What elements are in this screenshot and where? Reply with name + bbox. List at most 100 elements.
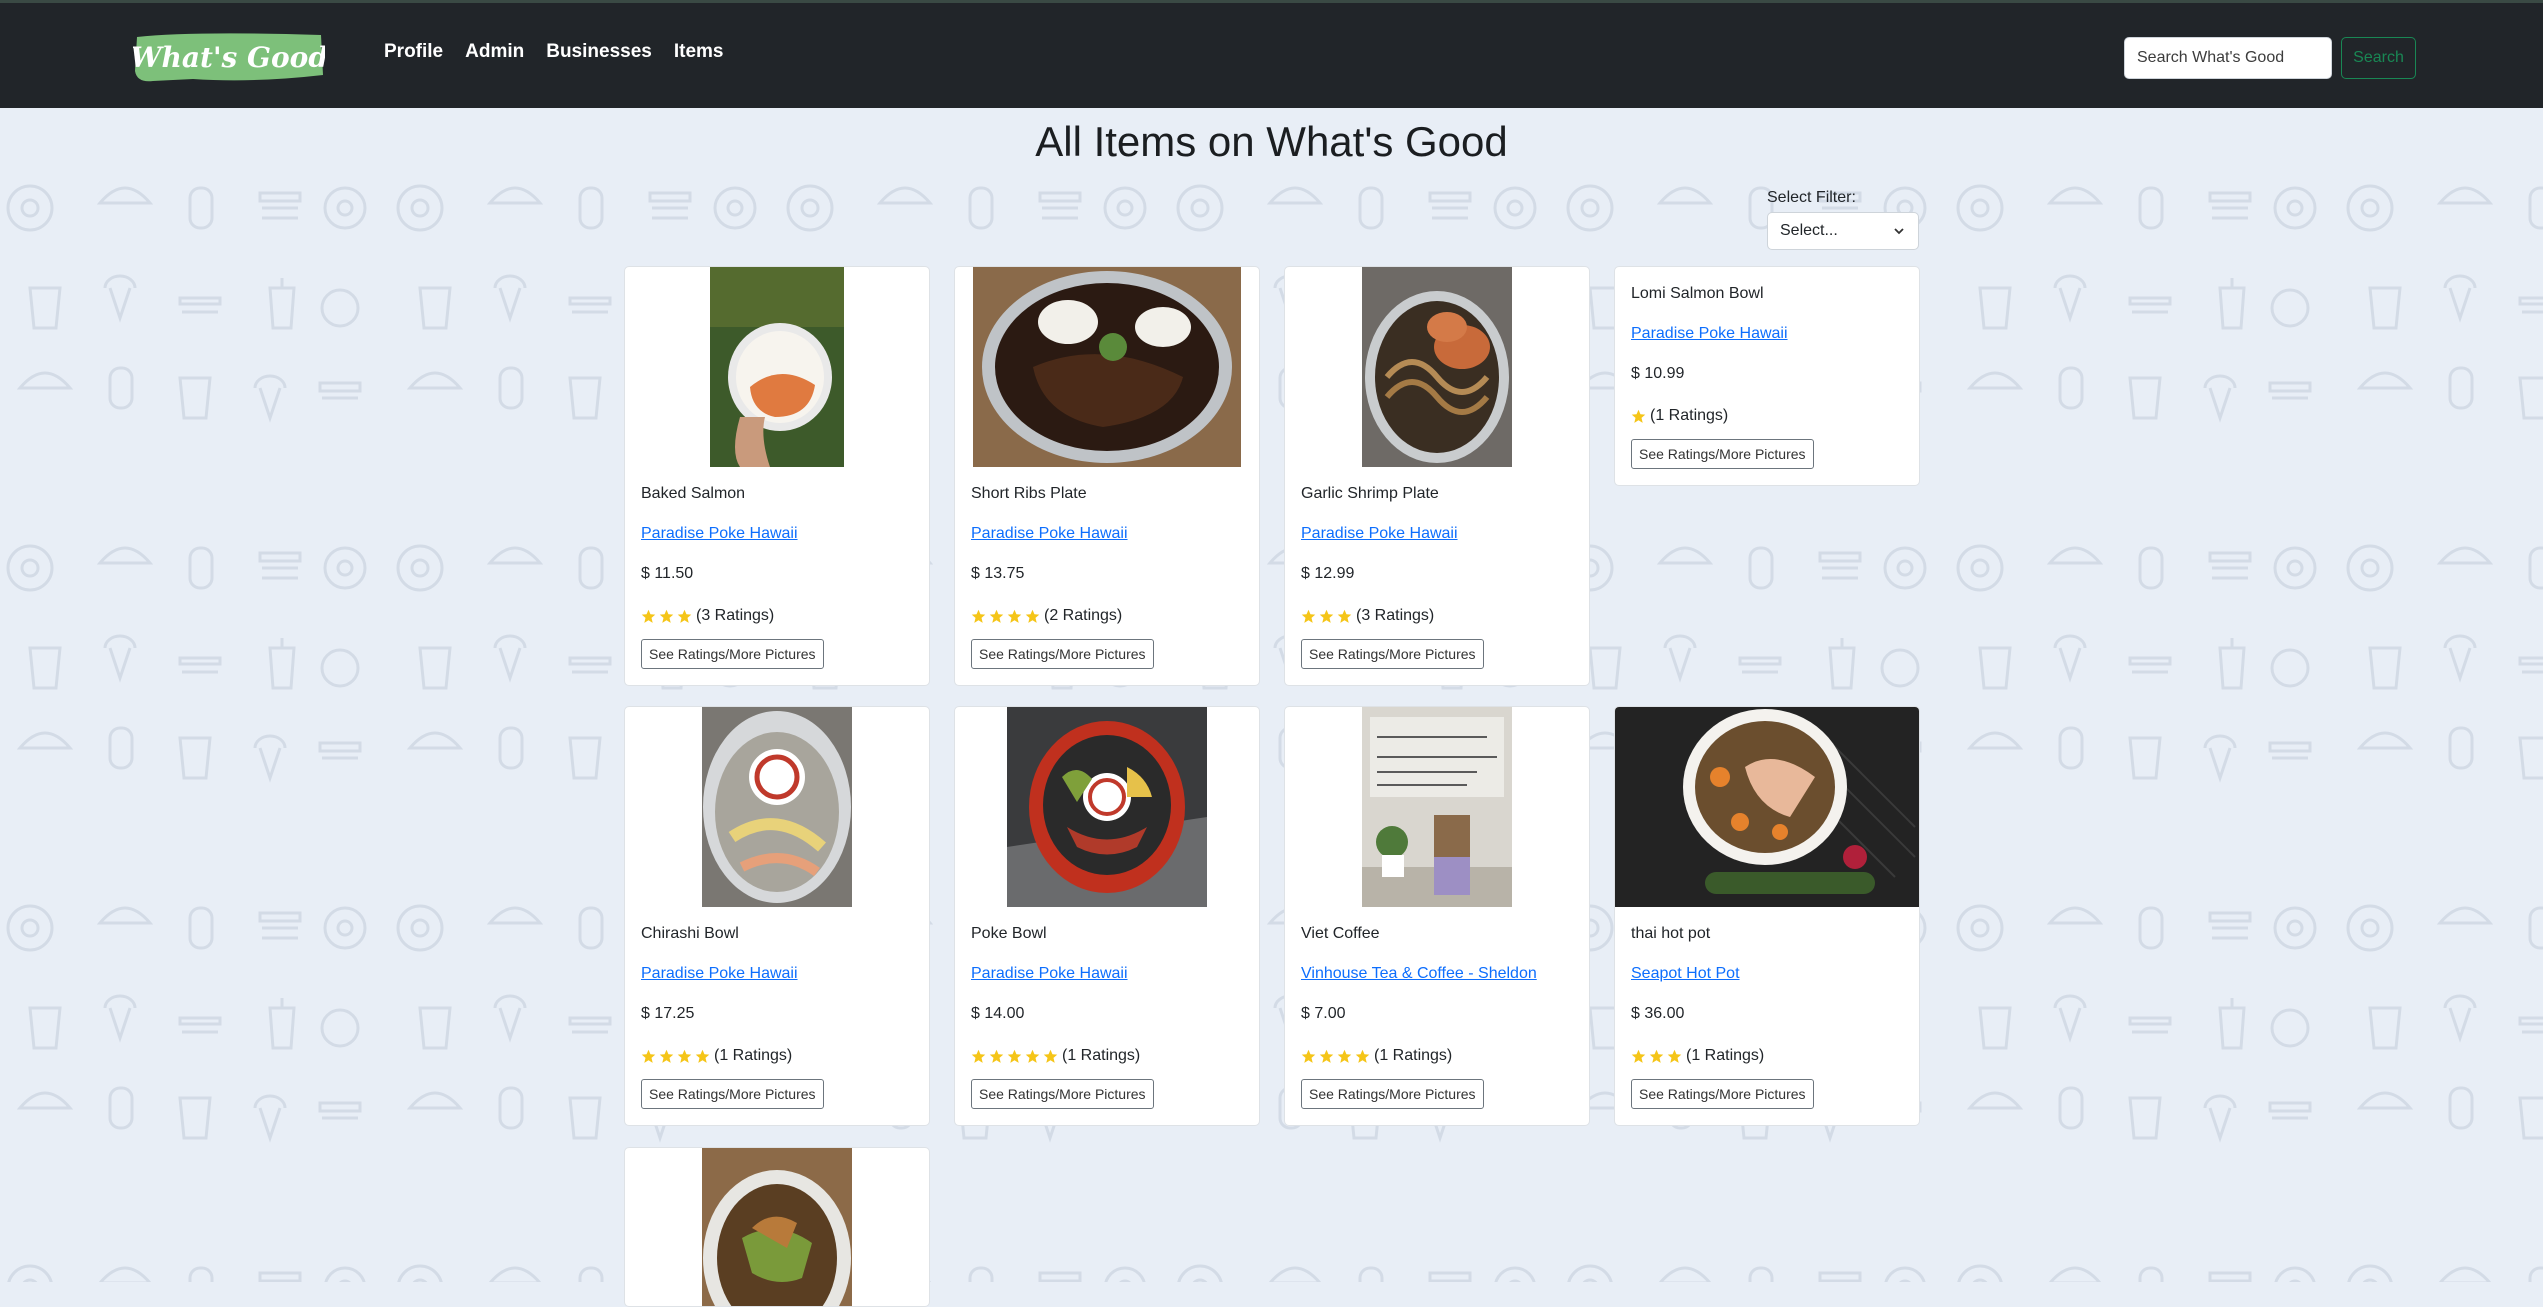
star-icon (1355, 1049, 1370, 1063)
star-icon (1007, 609, 1022, 623)
rating-count: (3 Ratings) (696, 607, 775, 624)
item-card: Garlic Shrimp Plate Paradise Poke Hawaii… (1284, 266, 1590, 686)
nav-link-admin[interactable]: Admin (465, 41, 524, 63)
item-card: Short Ribs Plate Paradise Poke Hawaii $ … (954, 266, 1260, 686)
item-price: $ 17.25 (641, 1005, 695, 1022)
background-pattern (0, 108, 2543, 1282)
star-icon (1631, 1049, 1646, 1063)
item-name: Garlic Shrimp Plate (1301, 485, 1439, 502)
item-rating: (1 Ratings) (1631, 1045, 1903, 1067)
item-rating: (1 Ratings) (1301, 1045, 1573, 1067)
item-rating: (2 Ratings) (971, 605, 1243, 627)
business-link[interactable]: Vinhouse Tea & Coffee - Sheldon (1301, 965, 1573, 987)
item-name: Chirashi Bowl (641, 925, 739, 942)
item-card: Baked Salmon Paradise Poke Hawaii $ 11.5… (624, 266, 930, 686)
star-rating (1631, 1049, 1682, 1064)
nav-links: Profile Admin Businesses Items (384, 41, 724, 63)
star-icon (1319, 609, 1334, 623)
item-price: $ 11.50 (641, 565, 694, 582)
star-icon (971, 609, 986, 623)
business-link[interactable]: Paradise Poke Hawaii (641, 965, 913, 987)
star-icon (1301, 1049, 1316, 1063)
business-link[interactable]: Paradise Poke Hawaii (1301, 525, 1573, 547)
star-icon (677, 1049, 692, 1063)
item-name: Short Ribs Plate (971, 485, 1087, 502)
item-name: Viet Coffee (1301, 925, 1380, 942)
search-button[interactable]: Search (2341, 37, 2416, 79)
business-link[interactable]: Seapot Hot Pot (1631, 965, 1903, 987)
see-ratings-button[interactable]: See Ratings/More Pictures (1301, 1079, 1484, 1109)
rating-count: (1 Ratings) (1650, 407, 1729, 424)
star-icon (1337, 1049, 1352, 1063)
business-link[interactable]: Paradise Poke Hawaii (641, 525, 913, 547)
item-price: $ 7.00 (1301, 1005, 1346, 1022)
star-rating (1301, 609, 1352, 624)
business-link[interactable]: Paradise Poke Hawaii (971, 525, 1243, 547)
star-icon (659, 1049, 674, 1063)
star-icon (1025, 1049, 1040, 1063)
star-rating (1631, 409, 1646, 424)
item-rating: (3 Ratings) (641, 605, 913, 627)
star-icon (659, 609, 674, 623)
item-rating: (1 Ratings) (641, 1045, 913, 1067)
item-rating: (1 Ratings) (1631, 405, 1903, 427)
see-ratings-button[interactable]: See Ratings/More Pictures (1301, 639, 1484, 669)
nav-link-items[interactable]: Items (674, 41, 724, 63)
star-icon (989, 609, 1004, 623)
star-icon (1301, 609, 1316, 623)
item-name: Poke Bowl (971, 925, 1047, 942)
item-card: Chirashi Bowl Paradise Poke Hawaii $ 17.… (624, 706, 930, 1126)
rating-count: (1 Ratings) (1062, 1047, 1141, 1064)
item-card: Poke Bowl Paradise Poke Hawaii $ 14.00 (… (954, 706, 1260, 1126)
star-icon (641, 609, 656, 623)
rating-count: (1 Ratings) (1686, 1047, 1765, 1064)
star-icon (1337, 609, 1352, 623)
see-ratings-button[interactable]: See Ratings/More Pictures (641, 1079, 824, 1109)
star-icon (1043, 1049, 1058, 1063)
see-ratings-button[interactable]: See Ratings/More Pictures (641, 639, 824, 669)
item-name: Baked Salmon (641, 485, 746, 502)
short-ribs-photo (973, 267, 1241, 467)
partial-item-photo (702, 1148, 852, 1306)
filter-select[interactable]: Select... (1767, 212, 1919, 250)
star-rating (1301, 1049, 1370, 1064)
item-price: $ 36.00 (1631, 1005, 1685, 1022)
star-icon (1649, 1049, 1664, 1063)
star-icon (1319, 1049, 1334, 1063)
navbar: What's Good Profile Admin Businesses Ite… (0, 0, 2543, 108)
rating-count: (3 Ratings) (1356, 607, 1435, 624)
chirashi-bowl-photo (702, 707, 852, 907)
search-input[interactable] (2124, 37, 2332, 79)
star-icon (1007, 1049, 1022, 1063)
business-link[interactable]: Paradise Poke Hawaii (971, 965, 1243, 987)
chevron-down-icon (1894, 228, 1904, 235)
rating-count: (1 Ratings) (1374, 1047, 1453, 1064)
item-card: Lomi Salmon Bowl Paradise Poke Hawaii $ … (1614, 266, 1920, 486)
star-rating (971, 1049, 1058, 1064)
see-ratings-button[interactable]: See Ratings/More Pictures (971, 1079, 1154, 1109)
business-link[interactable]: Paradise Poke Hawaii (1631, 325, 1903, 347)
see-ratings-button[interactable]: See Ratings/More Pictures (971, 639, 1154, 669)
viet-coffee-photo (1362, 707, 1512, 907)
item-rating: (3 Ratings) (1301, 605, 1573, 627)
item-price: $ 14.00 (971, 1005, 1025, 1022)
rating-count: (1 Ratings) (714, 1047, 793, 1064)
item-card-partial (624, 1147, 930, 1307)
nav-link-businesses[interactable]: Businesses (546, 41, 652, 63)
filter-label: Select Filter: (1767, 189, 1856, 206)
nav-link-profile[interactable]: Profile (384, 41, 443, 63)
star-icon (677, 609, 692, 623)
logo-icon: What's Good (130, 33, 328, 82)
filter-select-value: Select... (1780, 222, 1838, 239)
logo[interactable]: What's Good (130, 31, 328, 87)
star-rating (641, 1049, 710, 1064)
see-ratings-button[interactable]: See Ratings/More Pictures (1631, 1079, 1814, 1109)
logo-text: What's Good (133, 41, 325, 74)
page-title: All Items on What's Good (1035, 118, 1508, 165)
poke-bowl-photo (1007, 707, 1207, 907)
item-rating: (1 Ratings) (971, 1045, 1243, 1067)
see-ratings-button[interactable]: See Ratings/More Pictures (1631, 439, 1814, 469)
item-name: Lomi Salmon Bowl (1631, 285, 1764, 302)
item-price: $ 13.75 (971, 565, 1025, 582)
star-icon (1631, 409, 1646, 423)
